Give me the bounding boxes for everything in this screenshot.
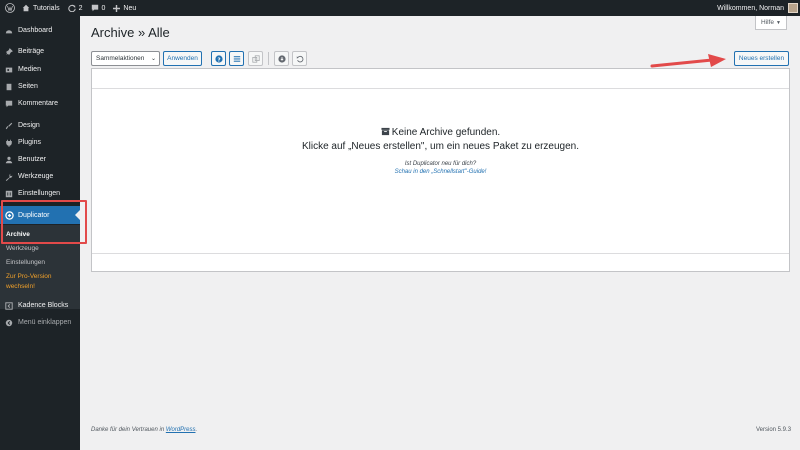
footer-version: Version 5.9.3 bbox=[756, 427, 792, 433]
page-title: Archive » Alle bbox=[91, 25, 170, 40]
panel-header bbox=[92, 69, 789, 89]
sidebar-item-kadence-blocks[interactable]: Kadence Blocks bbox=[0, 297, 80, 314]
page-icon bbox=[0, 83, 18, 91]
wordpress-logo-button[interactable] bbox=[2, 0, 18, 16]
sidebar-item-label: Seiten bbox=[18, 83, 38, 90]
sidebar-item-label: Einstellungen bbox=[18, 190, 61, 197]
copy-icon bbox=[251, 54, 260, 63]
empty-state-title-text: Keine Archive gefunden. bbox=[391, 127, 501, 138]
sidebar-item-posts[interactable]: Beiträge bbox=[0, 43, 80, 60]
copy-button[interactable] bbox=[248, 51, 263, 66]
updates-link[interactable]: 2 bbox=[64, 0, 87, 16]
wordpress-link[interactable]: WordPress bbox=[166, 427, 196, 433]
sidebar-item-dashboard[interactable]: Dashboard bbox=[0, 22, 80, 39]
sidebar-item-label: Werkzeuge bbox=[18, 173, 54, 180]
comment-icon bbox=[91, 4, 98, 12]
help-button[interactable]: ? bbox=[211, 51, 226, 66]
sidebar-item-pages[interactable]: Seiten bbox=[0, 78, 80, 95]
svg-text:?: ? bbox=[217, 57, 220, 63]
panel-footer bbox=[92, 253, 789, 271]
sidebar-item-label: Dashboard bbox=[18, 27, 53, 34]
sidebar-item-label: Beiträge bbox=[18, 48, 45, 55]
list-icon bbox=[233, 55, 240, 62]
plus-icon bbox=[113, 4, 121, 12]
footer-thanks: Danke für dein Vertrauen in WordPress. bbox=[91, 427, 197, 433]
quickstart-guide-link[interactable]: Schau in den „Schnellstart"-Guide! bbox=[92, 169, 789, 175]
empty-state-title: Keine Archive gefunden. bbox=[92, 127, 789, 138]
help-tab-label: Hilfe bbox=[761, 19, 775, 26]
kadence-icon bbox=[0, 301, 18, 310]
wordpress-logo-icon bbox=[5, 3, 15, 13]
comments-link[interactable]: 0 bbox=[87, 0, 110, 16]
sidebar-item-label: Kommentare bbox=[18, 100, 59, 107]
highlight-box bbox=[1, 200, 87, 244]
wrench-icon bbox=[0, 173, 18, 181]
apply-button[interactable]: Anwenden bbox=[163, 51, 202, 66]
comment-icon bbox=[0, 100, 18, 108]
greeting-label: Willkommen, Norman bbox=[717, 4, 784, 12]
sidebar-item-media[interactable]: Medien bbox=[0, 61, 80, 78]
empty-state-subtitle: Klicke auf „Neues erstellen", um ein neu… bbox=[301, 141, 580, 152]
footer-thanks-suffix: . bbox=[195, 427, 198, 433]
media-icon bbox=[0, 66, 18, 74]
archive-icon bbox=[381, 127, 390, 136]
download-button[interactable] bbox=[274, 51, 289, 66]
download-circle-icon bbox=[277, 54, 286, 63]
sidebar-item-plugins[interactable]: Plugins bbox=[0, 134, 80, 151]
submenu-item-settings[interactable]: Einstellungen bbox=[6, 259, 45, 266]
list-view-button[interactable] bbox=[229, 51, 244, 66]
sidebar-item-label: Medien bbox=[18, 66, 41, 73]
sidebar-item-label: Benutzer bbox=[18, 156, 47, 163]
sidebar-item-users[interactable]: Benutzer bbox=[0, 151, 80, 168]
comments-count: 0 bbox=[101, 4, 106, 12]
chevron-down-icon: ▼ bbox=[776, 19, 781, 26]
sidebar-item-label: Kadence Blocks bbox=[18, 302, 69, 309]
new-user-hint: Ist Duplicator neu für dich? bbox=[404, 161, 477, 167]
new-content-label: Neu bbox=[123, 4, 137, 12]
dashboard-icon bbox=[0, 27, 18, 35]
footer-thanks-prefix: Danke für dein Vertrauen in bbox=[91, 427, 166, 433]
sidebar-item-tools[interactable]: Werkzeuge bbox=[0, 168, 80, 185]
question-icon: ? bbox=[214, 54, 223, 63]
bulk-actions-select[interactable]: Sammelaktionen ⌄ bbox=[91, 51, 160, 66]
sidebar-item-label: Design bbox=[18, 122, 40, 129]
settings-icon bbox=[0, 190, 18, 198]
collapse-icon bbox=[0, 319, 18, 327]
account-menu[interactable]: Willkommen, Norman bbox=[713, 0, 800, 16]
submenu-item-pro-upgrade[interactable]: Zur Pro-Version wechseln! bbox=[6, 272, 66, 292]
plugin-icon bbox=[0, 139, 18, 147]
create-new-button[interactable]: Neues erstellen bbox=[734, 51, 789, 66]
archive-list-panel: Keine Archive gefunden. Klicke auf „Neue… bbox=[91, 68, 790, 272]
help-tab-button[interactable]: Hilfe ▼ bbox=[755, 16, 787, 30]
undo-icon bbox=[296, 55, 303, 62]
user-icon bbox=[0, 156, 18, 164]
sidebar-item-design[interactable]: Design bbox=[0, 117, 80, 134]
new-content-link[interactable]: Neu bbox=[109, 0, 140, 16]
admin-bar: Tutorials 2 0 Neu Willkommen, Norman bbox=[0, 0, 800, 16]
sidebar-item-label: Plugins bbox=[18, 139, 41, 146]
brush-icon bbox=[0, 122, 18, 130]
site-name-link[interactable]: Tutorials bbox=[18, 0, 64, 16]
pin-icon bbox=[0, 47, 18, 56]
home-icon bbox=[22, 4, 30, 12]
sidebar-item-comments[interactable]: Kommentare bbox=[0, 95, 80, 112]
updates-icon bbox=[67, 4, 76, 12]
toolbar-separator bbox=[268, 52, 269, 65]
refresh-button[interactable] bbox=[292, 51, 307, 66]
updates-count: 2 bbox=[78, 4, 83, 12]
site-name-label: Tutorials bbox=[33, 4, 60, 12]
sidebar-collapse-menu[interactable]: Menü einklappen bbox=[0, 314, 80, 331]
chevron-down-icon: ⌄ bbox=[150, 56, 156, 62]
bulk-actions-value: Sammelaktionen bbox=[96, 55, 145, 62]
sidebar-item-label: Menü einklappen bbox=[18, 319, 72, 326]
avatar bbox=[788, 3, 798, 13]
submenu-item-tools[interactable]: Werkzeuge bbox=[6, 245, 39, 252]
